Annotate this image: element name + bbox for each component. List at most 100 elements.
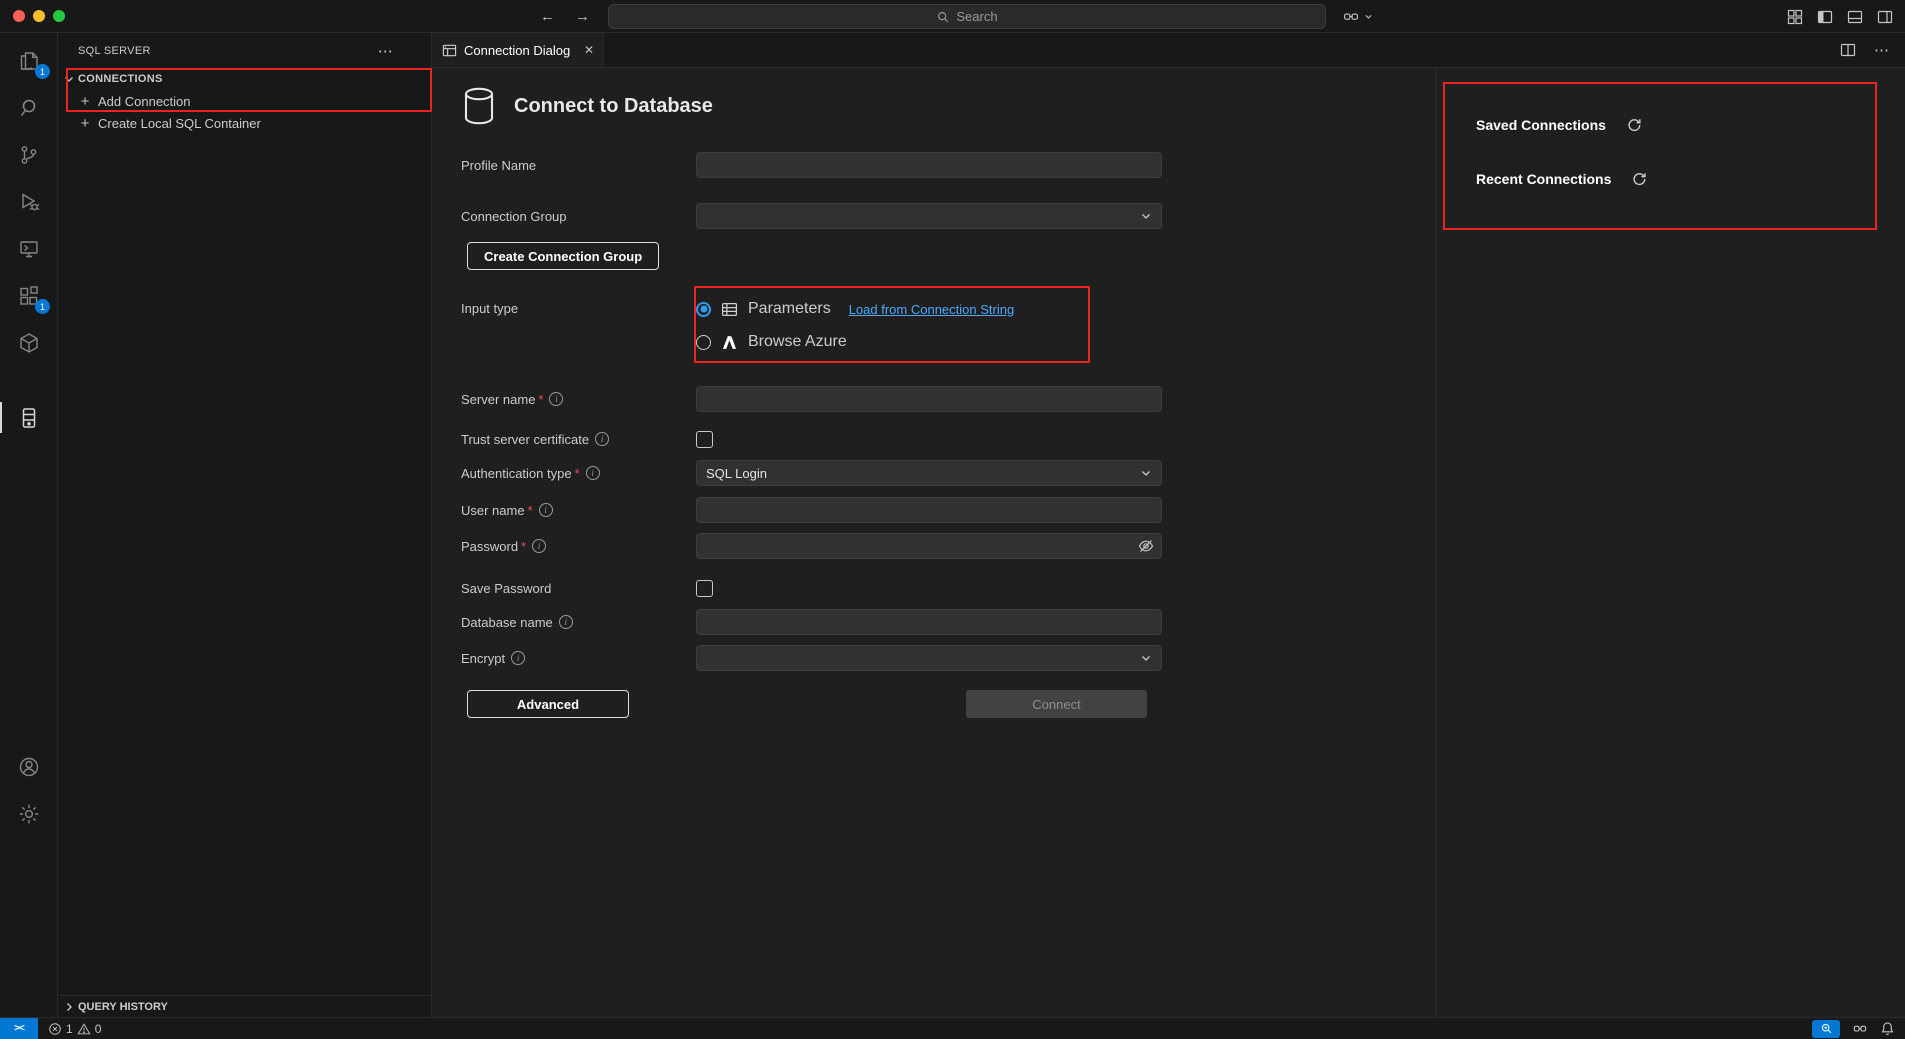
main-area: 1 1 — [0, 33, 1905, 1017]
close-window-button[interactable] — [13, 10, 25, 22]
toggle-panel-icon[interactable] — [1847, 9, 1863, 25]
input-type-radio-group: Parameters Load from Connection String B… — [696, 297, 1014, 354]
trust-server-certificate-checkbox[interactable] — [696, 431, 713, 448]
required-marker: * — [521, 539, 526, 554]
sidebar-item-create-local-sql-container[interactable]: + Create Local SQL Container — [58, 112, 431, 134]
explorer-badge: 1 — [35, 64, 50, 79]
activitybar-explorer[interactable]: 1 — [0, 37, 57, 84]
refresh-recent-connections-icon[interactable] — [1631, 171, 1647, 187]
add-icon: + — [79, 115, 91, 132]
save-password-checkbox[interactable] — [696, 580, 713, 597]
profile-name-label: Profile Name — [461, 158, 696, 173]
tab-connection-dialog[interactable]: Connection Dialog ✕ — [432, 33, 604, 67]
activitybar-settings[interactable] — [0, 790, 57, 837]
connection-dialog-tab-icon — [442, 43, 457, 58]
remote-indicator[interactable]: >< — [0, 1018, 38, 1039]
sidebar-more-actions-icon[interactable]: ⋯ — [378, 42, 393, 60]
activity-bar: 1 1 — [0, 33, 58, 1017]
input-type-label: Input type — [461, 297, 696, 316]
search-icon — [936, 10, 950, 24]
parameters-radio[interactable] — [696, 302, 711, 317]
chevron-down-icon — [1140, 210, 1152, 222]
browse-azure-radio[interactable] — [696, 335, 711, 350]
chevron-down-icon — [62, 72, 76, 86]
authentication-type-select[interactable]: SQL Login — [696, 460, 1162, 486]
back-arrow-icon[interactable]: ← — [540, 8, 555, 25]
database-name-input[interactable] — [696, 609, 1162, 635]
error-count: 1 — [66, 1022, 73, 1036]
warning-count: 0 — [95, 1022, 102, 1036]
user-name-input[interactable] — [696, 497, 1162, 523]
profile-name-input[interactable] — [696, 152, 1162, 178]
activitybar-search[interactable] — [0, 84, 57, 131]
toggle-primary-sidebar-icon[interactable] — [1817, 9, 1833, 25]
close-icon[interactable]: ✕ — [584, 43, 594, 57]
parameters-icon — [721, 301, 738, 318]
browse-azure-radio-label[interactable]: Browse Azure — [748, 333, 847, 351]
status-bar: >< 1 0 — [0, 1017, 1905, 1039]
activitybar-extensions[interactable]: 1 — [0, 272, 57, 319]
maximize-window-button[interactable] — [53, 10, 65, 22]
server-name-label: Server name* i — [461, 392, 696, 407]
connections-browser-panel: Saved Connections Recent Connections — [1436, 68, 1905, 1017]
database-icon — [461, 86, 497, 126]
database-name-label: Database name i — [461, 615, 696, 630]
recent-connections-title: Recent Connections — [1476, 171, 1611, 187]
tab-bar: Connection Dialog ✕ ⋯ — [432, 33, 1905, 68]
authentication-type-label: Authentication type* i — [461, 466, 696, 481]
chevron-down-icon — [1364, 12, 1373, 21]
toggle-secondary-sidebar-icon[interactable] — [1877, 9, 1893, 25]
advanced-button[interactable]: Advanced — [467, 690, 629, 718]
info-icon: i — [586, 466, 600, 480]
chevron-right-icon — [62, 1000, 76, 1014]
activitybar-remote-explorer[interactable] — [0, 225, 57, 272]
problems-status[interactable]: 1 0 — [48, 1022, 101, 1036]
toggle-password-visibility-icon[interactable] — [1138, 538, 1154, 559]
editor-more-actions-icon[interactable]: ⋯ — [1874, 41, 1889, 59]
refresh-saved-connections-icon[interactable] — [1626, 117, 1642, 133]
warning-icon — [77, 1022, 91, 1036]
encrypt-select[interactable] — [696, 645, 1162, 671]
gear-icon — [17, 802, 41, 826]
run-debug-icon — [17, 190, 41, 214]
vscode-window: ← → Search 1 — [0, 0, 1905, 1039]
add-icon: + — [79, 93, 91, 110]
activitybar-accounts[interactable] — [0, 743, 57, 790]
required-marker: * — [575, 466, 580, 481]
sidebar-title: SQL SERVER — [78, 45, 151, 57]
error-icon — [48, 1022, 62, 1036]
load-from-connection-string-link[interactable]: Load from Connection String — [849, 302, 1014, 317]
password-input[interactable] — [696, 533, 1162, 559]
activitybar-containers[interactable] — [0, 319, 57, 366]
info-icon: i — [559, 615, 573, 629]
connections-section-header[interactable]: CONNECTIONS — [58, 68, 431, 90]
server-name-input[interactable] — [696, 386, 1162, 412]
forward-arrow-icon[interactable]: → — [575, 8, 590, 25]
sidebar-item-add-connection[interactable]: + Add Connection — [58, 90, 431, 112]
required-marker: * — [528, 503, 533, 518]
split-editor-icon[interactable] — [1840, 42, 1856, 58]
trust-server-certificate-label: Trust server certificate i — [461, 432, 696, 447]
connect-button[interactable]: Connect — [966, 690, 1147, 718]
connection-group-select[interactable] — [696, 203, 1162, 229]
command-center-search[interactable]: Search — [608, 4, 1326, 29]
query-history-section-header[interactable]: QUERY HISTORY — [58, 995, 431, 1017]
bell-icon[interactable] — [1880, 1021, 1895, 1036]
saved-connections-title: Saved Connections — [1476, 117, 1606, 133]
minimize-window-button[interactable] — [33, 10, 45, 22]
copilot-icon[interactable] — [1852, 1021, 1868, 1037]
editor-group: Connection Dialog ✕ ⋯ Connect to Databas… — [432, 33, 1905, 1017]
activitybar-run-debug[interactable] — [0, 178, 57, 225]
parameters-radio-label[interactable]: Parameters — [748, 300, 831, 318]
activitybar-sql-server[interactable] — [0, 394, 57, 441]
zoom-status-item[interactable] — [1812, 1020, 1840, 1038]
user-name-label: User name* i — [461, 503, 696, 518]
required-marker: * — [538, 392, 543, 407]
titlebar: ← → Search — [0, 0, 1905, 33]
copilot-menu[interactable] — [1342, 0, 1373, 33]
customize-layout-icon[interactable] — [1787, 9, 1803, 25]
traffic-lights — [13, 10, 65, 22]
activitybar-source-control[interactable] — [0, 131, 57, 178]
page-title: Connect to Database — [514, 95, 713, 118]
create-connection-group-button[interactable]: Create Connection Group — [467, 242, 659, 270]
